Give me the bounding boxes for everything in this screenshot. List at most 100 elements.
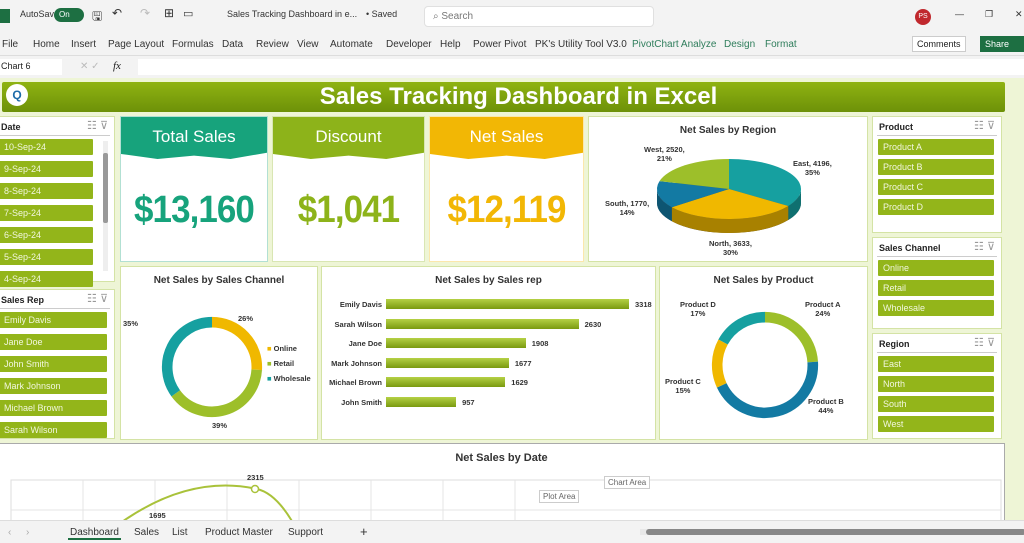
add-sheet-button[interactable]: + (360, 524, 368, 539)
slicer-item[interactable]: 8-Sep-24 (0, 183, 93, 199)
sales-channel-donut-chart[interactable]: Net Sales by Sales Channel 26% 39% 35% ■ On… (120, 266, 318, 440)
legend-item[interactable]: ■ Online (267, 344, 297, 353)
slicer-item[interactable]: Michael Brown (0, 400, 107, 416)
ribbon-tab[interactable]: Home (33, 39, 60, 50)
multi-select-icon[interactable]: ☷ ⊽ (974, 240, 995, 253)
sheet-tab[interactable]: Product Master (205, 527, 273, 538)
ribbon-tab[interactable]: View (297, 39, 319, 50)
search-box[interactable]: ⌕ Search (424, 6, 654, 27)
slicer-item[interactable]: Wholesale (878, 300, 994, 316)
product-donut-chart[interactable]: Net Sales by Product Product A 24% Product… (659, 266, 868, 440)
data-label: West, 2520, 21% (644, 145, 685, 163)
slicer-item[interactable]: Retail (878, 280, 994, 296)
slicer-item[interactable]: North (878, 376, 994, 392)
autosave-toggle[interactable]: On (54, 8, 84, 22)
slicer-item[interactable]: John Smith (0, 356, 107, 372)
ribbon-tab[interactable]: Power Pivot (473, 39, 526, 50)
horizontal-scrollbar[interactable] (640, 529, 1024, 535)
slicer-item[interactable]: Mark Johnson (0, 378, 107, 394)
saved-status[interactable]: • Saved (366, 9, 397, 19)
data-label: 26% (238, 314, 253, 323)
bar[interactable] (386, 357, 509, 368)
slicer-item[interactable]: 6-Sep-24 (0, 227, 93, 243)
legend-item[interactable]: ■ Retail (267, 359, 294, 368)
ribbon-tab[interactable]: Format (765, 39, 797, 50)
bar[interactable] (386, 299, 629, 309)
name-box[interactable]: Chart 6 (0, 59, 62, 75)
ribbon-tab[interactable]: Help (440, 39, 461, 50)
avatar[interactable]: PS (915, 9, 931, 25)
slicer-scrollbar[interactable] (103, 141, 108, 271)
ribbon-tab[interactable]: Page Layout (108, 39, 164, 50)
comments-button[interactable]: Comments (912, 36, 966, 52)
legend-marker: ■ (267, 359, 274, 368)
bar[interactable] (386, 377, 506, 387)
bar[interactable] (386, 396, 457, 407)
ribbon-tab[interactable]: Insert (71, 39, 96, 50)
slicer-item[interactable]: Online (878, 260, 994, 276)
slicer-item[interactable]: East (878, 356, 994, 372)
slicer-item[interactable]: South (878, 396, 994, 412)
slicer-item[interactable]: Product D (878, 199, 994, 215)
ribbon-tab[interactable]: PK's Utility Tool V3.0 (535, 39, 627, 50)
borders-icon[interactable]: ⊞ (164, 6, 174, 20)
bar[interactable] (386, 338, 526, 348)
data-label: Product D 17% (680, 300, 716, 318)
net-sales-by-date-line-chart[interactable]: Net Sales by Date 2315 1695 Plot Area Ch… (0, 443, 1005, 520)
scroll-left-icon[interactable]: ‹ (8, 527, 11, 538)
multi-select-icon[interactable]: ☷ ⊽ (87, 292, 108, 305)
redo-icon[interactable]: ↷ (140, 6, 150, 20)
fx-icon[interactable]: fx (113, 60, 121, 72)
sheet-tab[interactable]: List (172, 527, 188, 538)
picture-icon[interactable]: ▭ (183, 7, 193, 20)
formula-input[interactable] (138, 59, 1024, 75)
slicer-item[interactable]: Product B (878, 159, 994, 175)
sheet-tab[interactable]: Sales (134, 527, 159, 538)
slicer-item[interactable]: 5-Sep-24 (0, 249, 93, 265)
slicer-item[interactable]: 4-Sep-24 (0, 271, 93, 287)
ribbon-tab[interactable]: Formulas (172, 39, 214, 50)
ribbon-tab[interactable]: Data (222, 39, 243, 50)
cancel-icon[interactable]: ✕ ✓ (80, 61, 100, 72)
sales-rep-bar-chart[interactable]: Net Sales by Sales rep Emily Davis 3318 Sa… (321, 266, 656, 440)
ribbon-tab[interactable]: Review (256, 39, 289, 50)
bar-value-label: 2630 (584, 319, 602, 329)
ribbon-tab[interactable]: Design (724, 39, 755, 50)
ribbon-tab[interactable]: File (2, 39, 18, 50)
percent-label: 35% (123, 319, 139, 328)
document-title[interactable]: Sales Tracking Dashboard in e... (227, 9, 357, 19)
ribbon-tab[interactable]: Developer (386, 39, 432, 50)
ribbon-tabs: File Home Insert Page Layout Formulas Data Rev… (0, 32, 1024, 56)
sheet-tab[interactable]: Support (288, 527, 323, 538)
share-button[interactable]: Share (980, 36, 1024, 52)
slicer-item[interactable]: Jane Doe (0, 334, 107, 350)
sheet-tab[interactable]: Dashboard (68, 527, 121, 540)
logo: Q (6, 84, 28, 106)
slicer-item[interactable]: 9-Sep-24 (0, 161, 93, 177)
slicer-item[interactable]: Sarah Wilson (0, 422, 107, 438)
data-label: South, 1770, 14% (605, 199, 650, 217)
region-pie-chart[interactable]: Net Sales by Region East, 4196, 35% North,… (588, 116, 868, 262)
save-icon[interactable]: 🖫 (92, 7, 102, 28)
multi-select-icon[interactable]: ☷ ⊽ (87, 119, 108, 132)
legend-label: Wholesale (273, 374, 311, 383)
slicer-item[interactable]: 10-Sep-24 (0, 139, 93, 155)
bar[interactable] (386, 318, 579, 329)
multi-select-icon[interactable]: ☷ ⊽ (974, 119, 995, 132)
slicer-item[interactable]: Product A (878, 139, 994, 155)
ribbon-tab[interactable]: Automate (330, 39, 373, 50)
slicer-item[interactable]: 7-Sep-24 (0, 205, 93, 221)
close-icon[interactable]: ✕ (1015, 9, 1023, 20)
slicer-item[interactable]: Product C (878, 179, 994, 195)
donut-segment (716, 361, 819, 419)
scroll-right-icon[interactable]: › (26, 527, 29, 538)
restore-icon[interactable]: ❐ (985, 9, 993, 20)
slicer-item[interactable]: West (878, 416, 994, 432)
slicer-item[interactable]: Emily Davis (0, 312, 107, 328)
minimize-icon[interactable]: — (955, 9, 964, 19)
legend-item[interactable]: ■ Wholesale (267, 374, 311, 383)
ribbon-tab[interactable]: PivotChart Analyze (632, 39, 717, 50)
divider (877, 352, 997, 353)
undo-icon[interactable]: ↶ (112, 6, 122, 20)
multi-select-icon[interactable]: ☷ ⊽ (974, 336, 995, 349)
